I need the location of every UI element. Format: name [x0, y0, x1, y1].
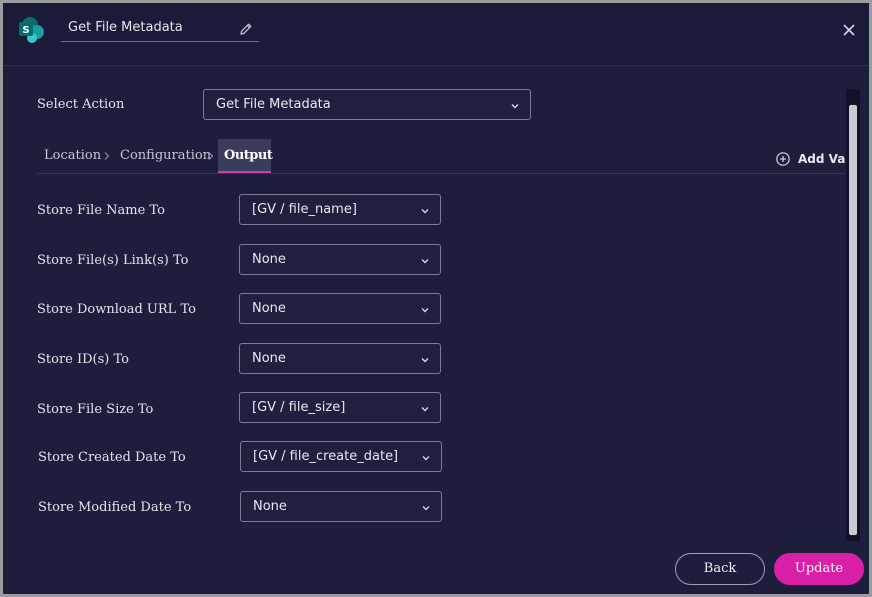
store-file-links-label: Store File(s) Link(s) To — [37, 253, 189, 268]
tab-bar: Location Configuration Output — [37, 139, 845, 174]
close-icon[interactable] — [841, 22, 857, 38]
chevron-down-icon — [421, 259, 429, 264]
get-file-metadata-dialog: S Get File Metadata Select Action Get Fi… — [3, 3, 869, 594]
pencil-icon[interactable] — [239, 22, 253, 36]
back-button[interactable]: Back — [675, 553, 765, 585]
tab-location[interactable]: Location — [38, 139, 107, 173]
plus-circle-icon — [776, 152, 790, 166]
chevron-down-icon — [421, 407, 429, 412]
chevron-down-icon — [422, 506, 430, 511]
chevron-down-icon — [511, 104, 519, 109]
store-created-date-value: [GV / file_create_date] — [253, 449, 399, 464]
store-download-url-value: None — [252, 301, 286, 316]
store-file-size-label: Store File Size To — [37, 402, 154, 417]
store-file-size-value: [GV / file_size] — [252, 400, 346, 415]
dialog-title-field[interactable]: Get File Metadata — [61, 17, 259, 42]
select-action-label: Select Action — [37, 97, 125, 112]
select-action-dropdown[interactable]: Get File Metadata — [203, 89, 531, 120]
store-modified-date-label: Store Modified Date To — [38, 500, 192, 515]
store-created-date-dropdown[interactable]: [GV / file_create_date] — [240, 441, 442, 472]
store-download-url-label: Store Download URL To — [37, 302, 196, 317]
store-ids-value: None — [252, 351, 286, 366]
dialog-header: S Get File Metadata — [3, 3, 869, 66]
dialog-title: Get File Metadata — [68, 20, 183, 35]
store-modified-date-dropdown[interactable]: None — [240, 491, 442, 522]
store-file-name-label: Store File Name To — [37, 203, 165, 218]
vertical-scrollbar[interactable] — [846, 89, 860, 541]
add-var-label: Add Var — [798, 152, 852, 166]
store-ids-label: Store ID(s) To — [37, 352, 129, 367]
tab-configuration[interactable]: Configuration — [114, 139, 217, 173]
store-file-name-value: [GV / file_name] — [252, 202, 357, 217]
chevron-right-icon — [208, 152, 214, 160]
store-modified-date-value: None — [253, 499, 287, 514]
chevron-down-icon — [421, 358, 429, 363]
dialog-body: Select Action Get File Metadata Location… — [3, 67, 869, 594]
store-download-url-dropdown[interactable]: None — [239, 293, 441, 324]
svg-text:S: S — [22, 25, 29, 36]
store-file-links-dropdown[interactable]: None — [239, 244, 441, 275]
scrollbar-thumb[interactable] — [849, 105, 857, 535]
store-file-links-value: None — [252, 252, 286, 267]
chevron-down-icon — [421, 209, 429, 214]
store-created-date-label: Store Created Date To — [38, 450, 186, 465]
store-file-name-dropdown[interactable]: [GV / file_name] — [239, 194, 441, 225]
sharepoint-logo-icon: S — [19, 17, 44, 43]
select-action-value: Get File Metadata — [216, 97, 331, 112]
update-button[interactable]: Update — [774, 553, 864, 585]
chevron-right-icon — [104, 152, 110, 160]
store-file-size-dropdown[interactable]: [GV / file_size] — [239, 392, 441, 423]
chevron-down-icon — [421, 308, 429, 313]
chevron-down-icon — [422, 456, 430, 461]
store-ids-dropdown[interactable]: None — [239, 343, 441, 374]
tab-output[interactable]: Output — [218, 139, 273, 173]
